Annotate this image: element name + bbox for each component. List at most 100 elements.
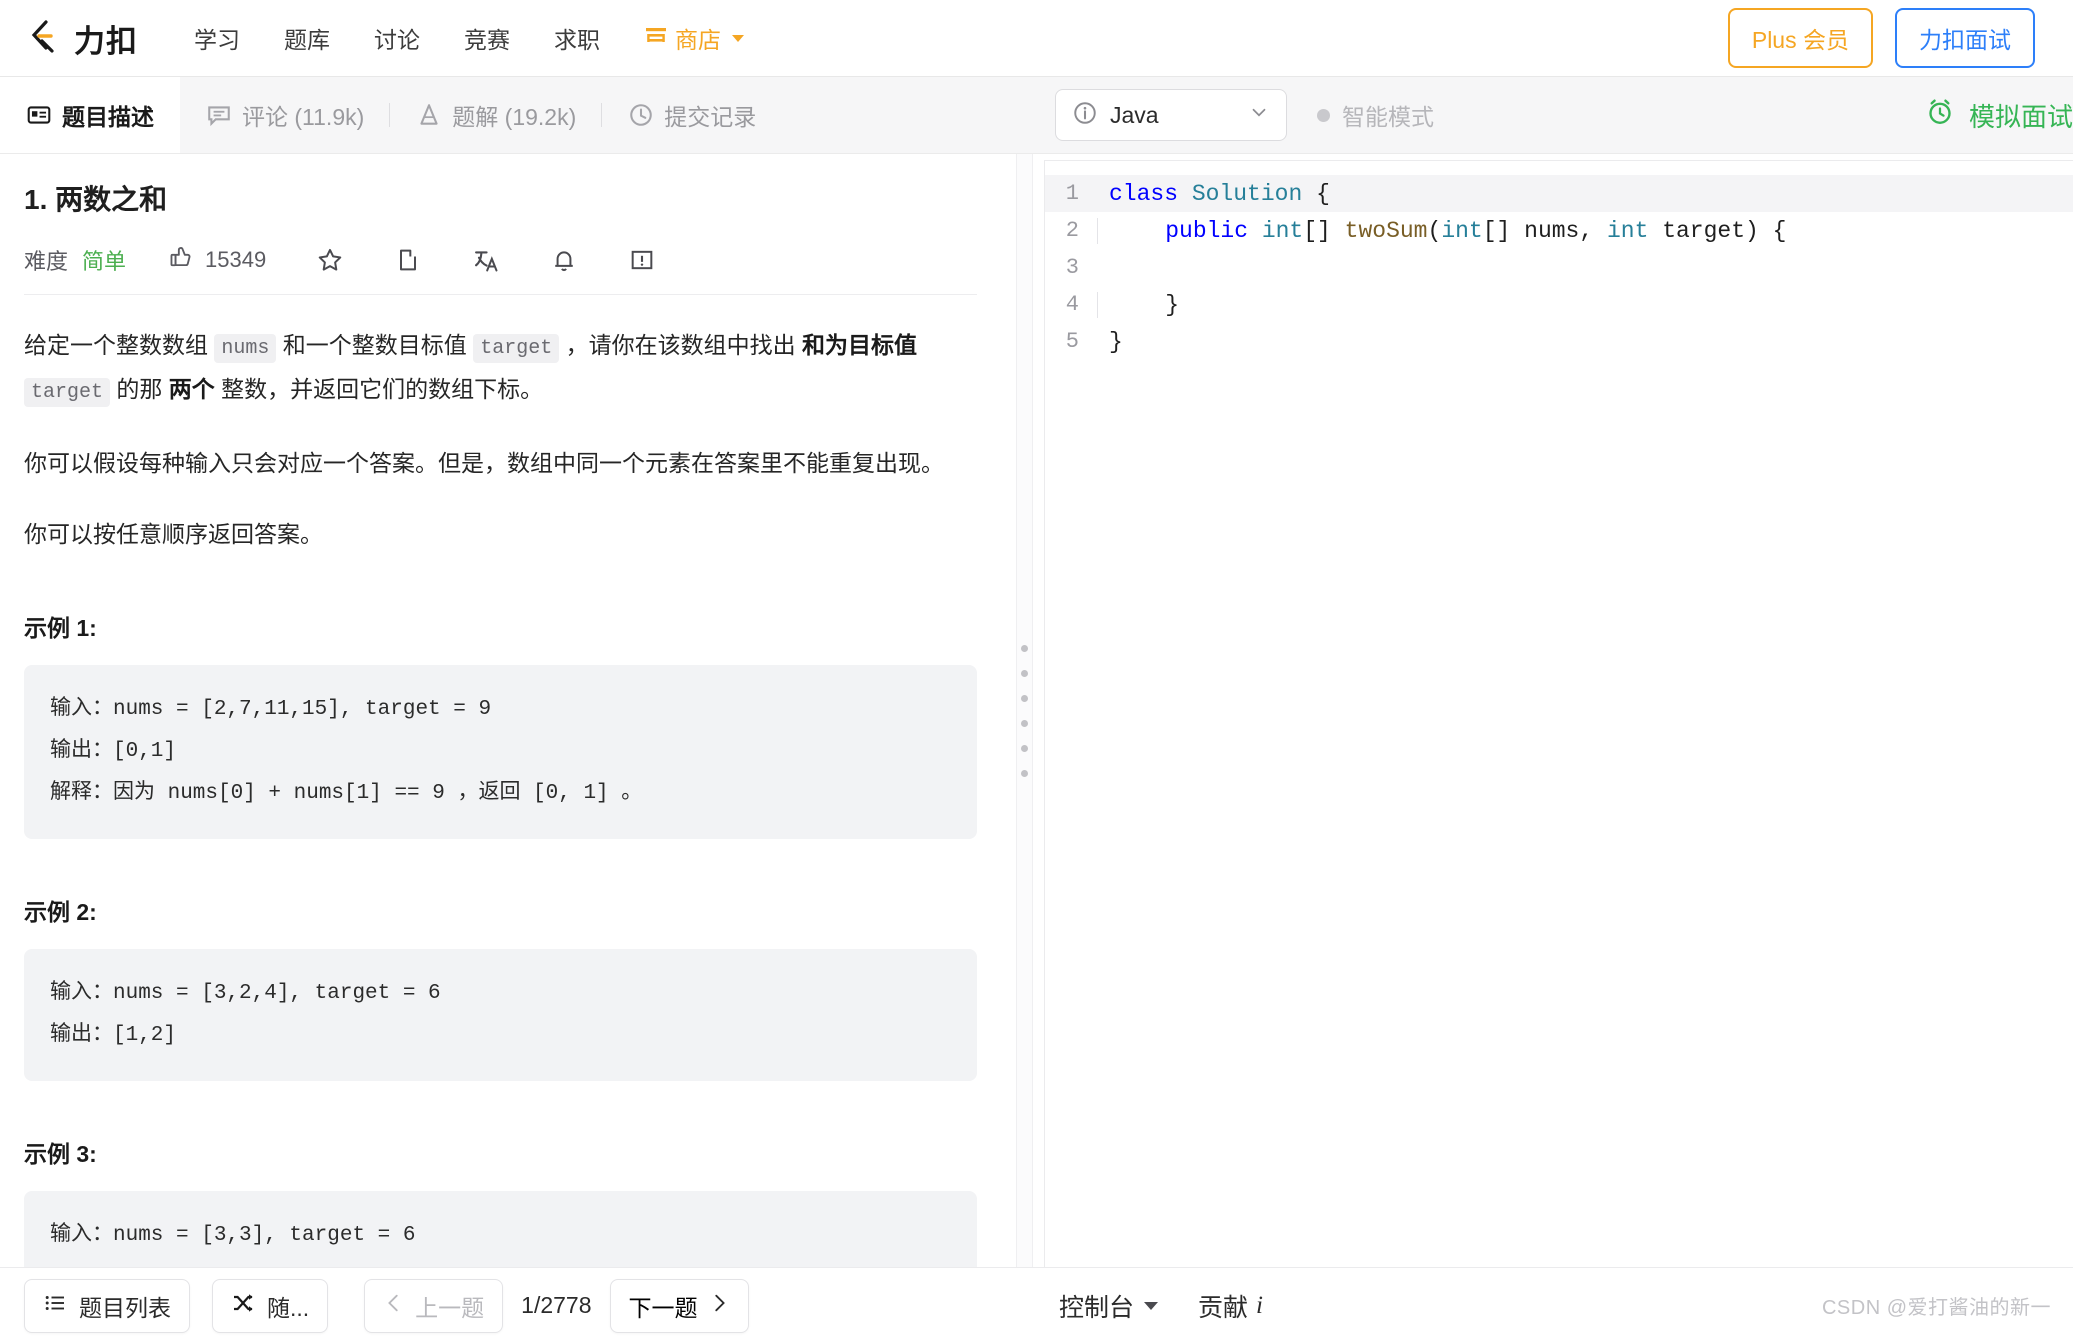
share-icon[interactable]: [394, 246, 422, 274]
code-line[interactable]: 1 class Solution {: [1045, 175, 2073, 212]
tab-comments[interactable]: 评论 (11.9k): [180, 77, 391, 153]
random-problem-button[interactable]: 随...: [212, 1278, 329, 1333]
star-icon[interactable]: [316, 246, 344, 274]
top-navigation-bar: 力扣 学习 题库 讨论 竞赛 求职 商店 Plus 会员 力扣面试: [0, 0, 2073, 77]
random-problem-label: 随...: [267, 1294, 310, 1321]
line-number: 1: [1065, 181, 1079, 206]
drag-dot-icon: [1021, 694, 1028, 702]
nav-link-problems[interactable]: 题库: [262, 21, 352, 55]
mock-interview-label: 模拟面试: [1968, 101, 2073, 132]
info-circle-icon: [1072, 100, 1098, 131]
prev-problem-button[interactable]: 上一题: [364, 1278, 504, 1333]
problem-pager: 上一题 1/2778 下一题: [364, 1278, 749, 1333]
like-button[interactable]: 15349: [168, 244, 266, 276]
problem-statement: 给定一个整数数组 nums 和一个整数目标值 target ，请你在该数组中找出…: [24, 325, 977, 555]
statement-paragraph-2: 你可以假设每种输入只会对应一个答案。但是，数组中同一个元素在答案里不能重复出现。: [24, 450, 944, 476]
nav-link-contest[interactable]: 竞赛: [442, 21, 532, 55]
tab-submissions[interactable]: 提交记录: [602, 77, 782, 153]
store-icon: [644, 23, 668, 53]
bell-icon[interactable]: [550, 246, 578, 274]
nav-link-discuss[interactable]: 讨论: [352, 21, 442, 55]
watermark: CSDN @爱打酱油的新一: [1821, 1297, 2051, 1319]
mock-interview-button[interactable]: 模拟面试: [1925, 97, 2073, 134]
contribute-button[interactable]: 贡献 i: [1198, 1288, 1263, 1324]
tab-comments-label: 评论 (11.9k): [242, 104, 365, 130]
console-button[interactable]: 控制台: [1059, 1288, 1159, 1324]
nav-link-study[interactable]: 学习: [172, 21, 262, 55]
language-name: Java: [1110, 101, 1159, 128]
shuffle-icon: [231, 1291, 255, 1321]
description-icon: [26, 102, 52, 128]
contribute-label: 贡献: [1198, 1293, 1249, 1322]
example-block-2: 输入：nums = [3,2,4], target = 6 输出：[1,2]: [24, 949, 977, 1081]
page-title: 1. 两数之和: [24, 184, 168, 215]
code-line[interactable]: 4 }: [1045, 286, 2073, 323]
difficulty-badge: 简单: [82, 249, 127, 274]
next-problem-label: 下一题: [628, 1294, 698, 1321]
prev-problem-label: 上一题: [415, 1294, 485, 1321]
nav-link-shop-label: 商店: [675, 27, 721, 53]
chevron-down-icon: [1248, 101, 1270, 129]
editor-footer-toolbar: 控制台 贡献 i CSDN @爱打酱油的新一: [1033, 1267, 2073, 1343]
example-block-1: 输入：nums = [2,7,11,15], target = 9 输出：[0,…: [24, 665, 977, 839]
navbar-actions: Plus 会员 力扣面试: [1727, 8, 2045, 68]
statement-paragraph-3: 你可以按任意顺序返回答案。: [24, 521, 323, 547]
code-line[interactable]: 3: [1045, 249, 2073, 286]
plus-membership-button[interactable]: Plus 会员: [1727, 8, 1873, 68]
next-problem-button[interactable]: 下一题: [609, 1278, 749, 1333]
example-title-2: 示例 2:: [24, 899, 97, 925]
like-count: 15349: [205, 247, 267, 272]
nav-links: 学习 题库 讨论 竞赛 求职 商店: [172, 21, 766, 55]
code-target-2: target: [24, 378, 111, 407]
tab-solutions-label: 题解 (19.2k): [452, 104, 577, 130]
comment-icon: [206, 102, 232, 128]
clock-icon: [628, 102, 654, 128]
smart-mode-toggle[interactable]: 智能模式: [1317, 98, 1434, 132]
difficulty-label: 难度: [24, 249, 69, 274]
language-selector[interactable]: Java: [1055, 89, 1287, 141]
nav-link-jobs[interactable]: 求职: [532, 21, 622, 55]
problem-footer-toolbar: 题目列表 随... 上一题 1/2778 下一题: [0, 1267, 1033, 1343]
code-text[interactable]: public int[] twoSum(int[] nums, int targ…: [1097, 217, 1786, 244]
smart-mode-label: 智能模式: [1342, 104, 1434, 130]
line-number: 4: [1065, 292, 1079, 317]
report-icon[interactable]: [628, 246, 656, 274]
code-lines[interactable]: 1 class Solution { 2 public int[] twoSum(i…: [1045, 161, 2073, 360]
code-line[interactable]: 5}: [1045, 323, 2073, 360]
chevron-down-icon: [732, 34, 744, 42]
chevron-right-icon: [708, 1292, 730, 1320]
code-line[interactable]: 2 public int[] twoSum(int[] nums, int ta…: [1045, 212, 2073, 249]
brand-home-link[interactable]: 力扣: [28, 16, 138, 61]
line-number: 2: [1065, 218, 1079, 243]
code-nums: nums: [214, 334, 277, 363]
divider: [24, 294, 977, 295]
console-label: 控制台: [1059, 1293, 1135, 1322]
thumbs-up-icon: [168, 244, 194, 276]
editor-toolbar: Java 智能模式 模拟面试: [1033, 77, 2073, 154]
flask-icon: [416, 102, 442, 128]
list-icon: [43, 1291, 67, 1321]
alarm-clock-icon: [1925, 97, 1955, 134]
problem-list-label: 题目列表: [79, 1294, 171, 1321]
leetcode-interview-button[interactable]: 力扣面试: [1895, 8, 2035, 68]
panel-splitter-handle[interactable]: [1016, 154, 1033, 1267]
problem-meta-row: 难度 简单 15349: [24, 244, 977, 276]
line-number: 3: [1065, 255, 1079, 280]
example-title-3: 示例 3:: [24, 1141, 97, 1167]
problem-tab-strip: 题目描述 评论 (11.9k) 题解 (19.2k) 提交记录: [0, 77, 1033, 154]
code-text[interactable]: }: [1097, 329, 1123, 355]
caret-down-icon: [1144, 1301, 1159, 1310]
drag-dot-icon: [1021, 769, 1028, 777]
chevron-left-icon: [383, 1292, 405, 1320]
drag-dot-icon: [1021, 669, 1028, 677]
translate-icon[interactable]: [472, 246, 500, 274]
code-text[interactable]: class Solution {: [1097, 181, 1330, 207]
tab-solutions[interactable]: 题解 (19.2k): [390, 77, 603, 153]
nav-link-shop[interactable]: 商店: [622, 21, 766, 55]
code-editor[interactable]: 1 class Solution { 2 public int[] twoSum(i…: [1044, 160, 2073, 1267]
brand-name: 力扣: [74, 23, 138, 59]
tab-description[interactable]: 题目描述: [0, 77, 180, 153]
code-text[interactable]: }: [1097, 291, 1179, 318]
toggle-dot-icon: [1317, 108, 1330, 122]
problem-list-button[interactable]: 题目列表: [24, 1278, 190, 1333]
